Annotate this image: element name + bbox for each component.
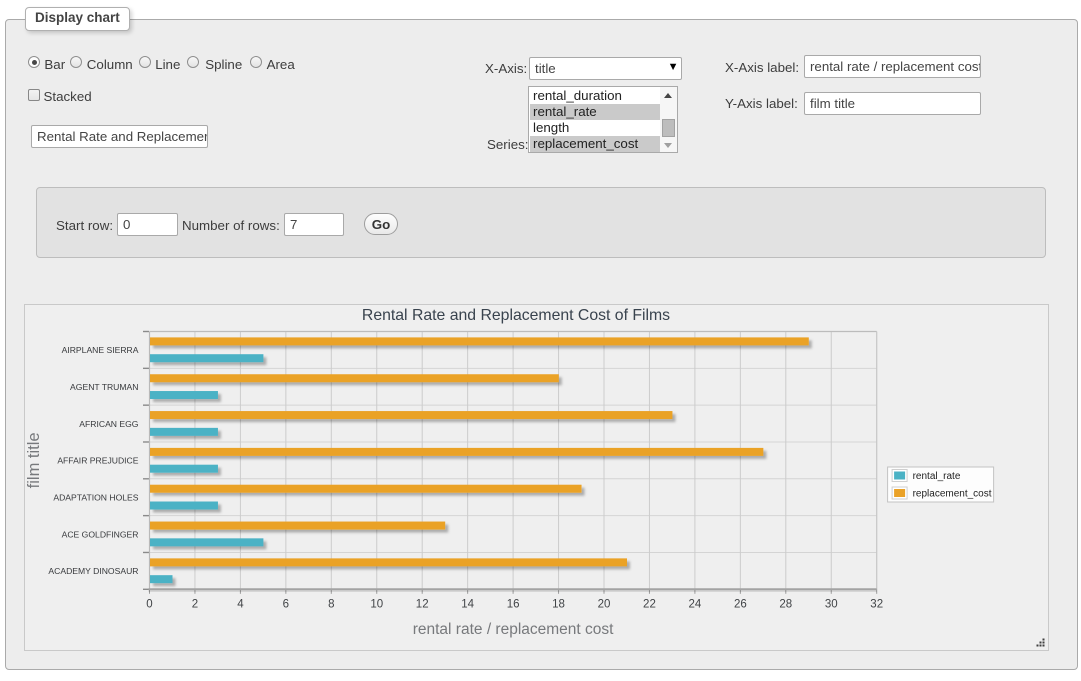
svg-text:28: 28 bbox=[779, 599, 792, 611]
svg-text:replacement_cost: replacement_cost bbox=[913, 488, 992, 499]
svg-text:AGENT TRUMAN: AGENT TRUMAN bbox=[70, 382, 138, 392]
svg-text:14: 14 bbox=[461, 599, 474, 611]
svg-text:20: 20 bbox=[598, 599, 611, 611]
svg-text:ACADEMY DINOSAUR: ACADEMY DINOSAUR bbox=[48, 566, 138, 576]
svg-text:32: 32 bbox=[870, 599, 883, 611]
svg-text:AFRICAN EGG: AFRICAN EGG bbox=[79, 419, 139, 429]
svg-text:10: 10 bbox=[370, 599, 383, 611]
svg-text:AIRPLANE SIERRA: AIRPLANE SIERRA bbox=[62, 345, 139, 355]
svg-text:26: 26 bbox=[734, 599, 747, 611]
svg-text:6: 6 bbox=[283, 599, 289, 611]
svg-text:ACE GOLDFINGER: ACE GOLDFINGER bbox=[62, 529, 139, 539]
svg-text:0: 0 bbox=[146, 599, 152, 611]
svg-text:Rental Rate and Replacement Co: Rental Rate and Replacement Cost of Film… bbox=[362, 307, 670, 324]
svg-text:12: 12 bbox=[416, 599, 429, 611]
svg-text:AFFAIR PREJUDICE: AFFAIR PREJUDICE bbox=[57, 456, 138, 466]
svg-text:rental rate / replacement cost: rental rate / replacement cost bbox=[413, 621, 614, 638]
svg-text:4: 4 bbox=[237, 599, 244, 611]
svg-text:16: 16 bbox=[507, 599, 520, 611]
svg-text:rental_rate: rental_rate bbox=[913, 471, 961, 482]
svg-text:18: 18 bbox=[552, 599, 565, 611]
svg-text:ADAPTATION HOLES: ADAPTATION HOLES bbox=[53, 492, 138, 502]
svg-text:8: 8 bbox=[328, 599, 334, 611]
svg-text:24: 24 bbox=[689, 599, 702, 611]
svg-text:22: 22 bbox=[643, 599, 656, 611]
svg-text:2: 2 bbox=[192, 599, 198, 611]
svg-text:30: 30 bbox=[825, 599, 838, 611]
svg-text:film title: film title bbox=[25, 432, 43, 488]
